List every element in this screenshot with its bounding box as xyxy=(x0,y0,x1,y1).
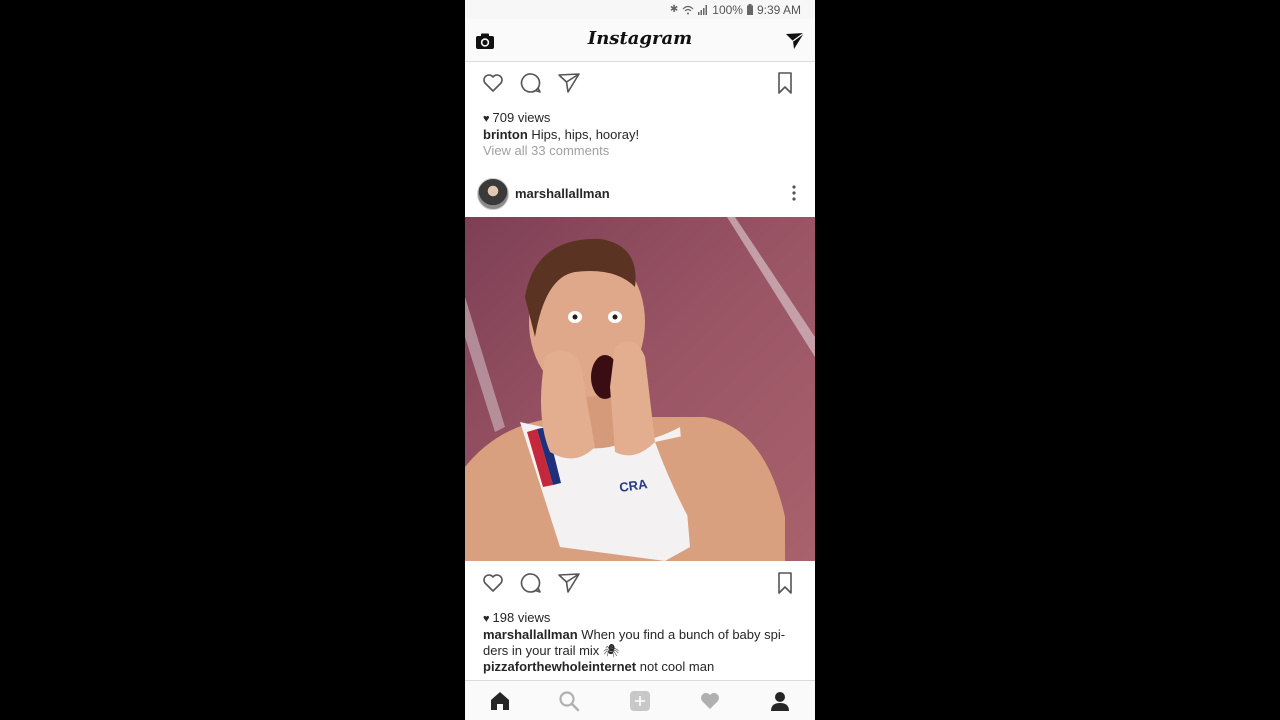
wifi-icon xyxy=(682,5,694,14)
post-action-bar xyxy=(465,562,815,602)
post-photo-illustration: CRA xyxy=(465,217,815,561)
heart-small-icon: ♥ xyxy=(483,613,490,625)
comment-icon[interactable] xyxy=(519,71,543,95)
like-icon[interactable] xyxy=(481,571,505,595)
view-all-comments-link[interactable]: View all 33 comments xyxy=(483,143,609,158)
app-logo: Instagram xyxy=(587,28,693,49)
direct-message-icon[interactable] xyxy=(785,31,805,51)
app-header: Instagram xyxy=(465,19,815,62)
comment-username[interactable]: pizzaforthewholeinternet xyxy=(483,659,636,674)
comment-preview: pizzaforthewholeinternet not cool man xyxy=(483,659,803,675)
bluetooth-icon: ✱ xyxy=(669,4,679,15)
like-icon[interactable] xyxy=(481,71,505,95)
signal-icon xyxy=(698,4,708,15)
comment-text: not cool man xyxy=(639,659,715,674)
status-time: 9:39 AM xyxy=(756,2,801,17)
status-bar: ✱ 100% 9:39 AM xyxy=(465,0,815,19)
battery-icon xyxy=(746,4,753,15)
bookmark-icon[interactable] xyxy=(773,71,797,95)
search-icon[interactable] xyxy=(558,690,580,712)
bottom-nav xyxy=(465,680,815,720)
battery-percent: 100% xyxy=(712,2,743,17)
post-caption: brinton Hips, hips, hooray! xyxy=(483,127,803,143)
views-count: 198 views xyxy=(492,610,551,625)
avatar[interactable] xyxy=(477,178,509,210)
phone-screen: ✱ 100% 9:39 AM Instagram ♥ 709 views bri… xyxy=(465,0,815,720)
share-icon[interactable] xyxy=(557,571,581,595)
post-views: ♥ 198 views xyxy=(483,610,550,625)
post-image[interactable]: CRA xyxy=(465,217,815,561)
caption-username[interactable]: marshallallman xyxy=(483,627,578,642)
heart-small-icon: ♥ xyxy=(483,113,490,125)
post-username[interactable]: marshallallman xyxy=(515,186,610,201)
share-icon[interactable] xyxy=(557,71,581,95)
more-options-icon[interactable] xyxy=(791,184,797,202)
caption-text-continued: ders in your trail mix 🕷 xyxy=(483,643,620,658)
post-header: marshallallman xyxy=(465,172,815,216)
post-caption: marshallallman When you find a bunch of … xyxy=(483,627,803,659)
caption-username[interactable]: brinton xyxy=(483,127,528,142)
post-views: ♥ 709 views xyxy=(483,110,550,125)
home-icon[interactable] xyxy=(489,690,511,712)
comment-icon[interactable] xyxy=(519,571,543,595)
caption-text: Hips, hips, hooray! xyxy=(531,127,640,142)
caption-text: When you find a bunch of baby spi- xyxy=(581,627,786,642)
views-count: 709 views xyxy=(492,110,551,125)
bookmark-icon[interactable] xyxy=(773,571,797,595)
activity-icon[interactable] xyxy=(699,690,721,712)
add-post-icon[interactable] xyxy=(629,690,651,712)
post-action-bar xyxy=(465,62,815,102)
profile-icon[interactable] xyxy=(769,690,791,712)
